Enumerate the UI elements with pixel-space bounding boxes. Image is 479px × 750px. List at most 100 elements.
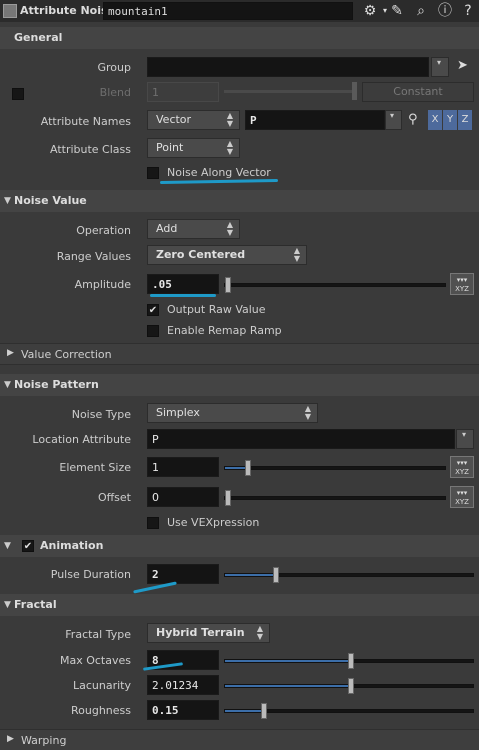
offset-field[interactable]: 0 [147,487,219,507]
lacunarity-field[interactable]: 2.01234 [147,675,219,695]
location-attribute-label: Location Attribute [32,433,131,446]
offset-label: Offset [97,491,131,504]
pulse-duration-label: Pulse Duration [50,568,131,581]
use-vex-label: Use VEXpression [167,516,260,529]
channel-xyz-button[interactable]: ▾▾▾ XYZ [450,456,474,478]
noise-along-vector-label: Noise Along Vector [167,166,271,179]
use-vex-checkbox[interactable] [147,517,159,529]
slider-fill [225,467,247,469]
noise-along-vector-checkbox[interactable] [147,167,159,179]
roughness-field[interactable]: 0.15 [147,700,219,720]
operation-label: Operation [76,224,131,237]
collapse-arrow-icon[interactable]: ▼ [4,190,11,212]
group-field[interactable] [147,57,429,77]
help-icon[interactable]: ? [459,2,477,20]
slider-handle[interactable] [348,653,354,669]
noise-type-label: Noise Type [71,408,131,421]
group-label: Group [97,61,132,74]
expand-arrow-icon[interactable]: ▶ [7,348,14,358]
blend-mode-value: Constant [393,85,443,98]
node-name-field[interactable]: mountain1 [103,2,353,20]
slider-handle[interactable] [273,567,279,583]
collapse-arrow-icon[interactable]: ▼ [4,535,11,557]
pointer-select-icon[interactable]: ➤ [457,58,468,73]
element-size-slider[interactable] [224,460,446,476]
range-values-label: Range Values [56,250,131,263]
brush-icon[interactable]: ✎ [388,2,406,20]
slider-handle[interactable] [225,277,231,293]
noise-type-menu[interactable]: Simplex ▲ ▼ [147,403,318,423]
node-type-label: Attribute Noise [20,4,116,17]
section-title: General [14,31,63,44]
collapse-arrow-icon[interactable]: ▼ [4,374,11,396]
warping-folder[interactable]: ▶ Warping [0,729,479,750]
blend-slider [224,90,357,93]
slider-handle[interactable] [225,490,231,506]
offset-slider[interactable] [224,490,446,506]
attr-type-menu[interactable]: Vector ▲ ▼ [147,110,240,130]
operation-menu[interactable]: Add ▲ ▼ [147,219,240,239]
attr-class-label: Attribute Class [49,143,131,156]
attr-names-menu-button[interactable]: ▾ [385,110,402,130]
animation-toggle-checkbox[interactable]: ✔ [22,540,34,552]
pin-icon[interactable]: ⚲ [408,112,418,127]
attr-class-value: Point [156,141,184,154]
range-values-value: Zero Centered [156,248,246,261]
output-raw-checkbox[interactable]: ✔ [147,304,159,316]
value-correction-folder[interactable]: ▶ Value Correction [0,343,479,365]
range-values-menu[interactable]: Zero Centered ▲ ▼ [147,245,307,265]
output-raw-label: Output Raw Value [167,303,266,316]
element-size-field[interactable]: 1 [147,457,219,477]
group-menu-button[interactable]: ▾ [431,57,449,77]
channel-xyz-button[interactable]: ▾▾▾ XYZ [450,486,474,508]
operation-value: Add [156,222,178,235]
pulse-duration-field[interactable]: 2 [147,564,219,584]
node-type-icon [3,4,17,18]
slider-handle[interactable] [245,460,251,476]
collapse-arrow-icon[interactable]: ▼ [4,594,11,616]
section-noise-value[interactable]: ▼ Noise Value [0,190,479,212]
x-toggle[interactable]: X [428,110,442,130]
location-menu-button[interactable]: ▾ [456,429,474,449]
slider-handle[interactable] [261,703,267,719]
blend-field: 1 [147,82,219,102]
annotation-underline [159,178,279,185]
amplitude-label: Amplitude [74,278,131,291]
fractal-type-menu[interactable]: Hybrid Terrain ▲ ▼ [147,623,270,643]
slider-fill [225,660,350,662]
search-icon[interactable]: ⌕ [412,2,430,20]
pulse-duration-slider[interactable] [224,567,474,583]
folder-title: Value Correction [21,348,112,361]
location-attribute-field[interactable]: P [147,429,455,449]
blend-mode-menu: Constant [362,82,474,102]
help-icon[interactable]: ⓘ [436,2,454,20]
gear-icon[interactable]: ⚙ [360,2,380,20]
blend-label: Blend [99,86,131,99]
attr-names-field[interactable]: P [245,110,385,130]
section-title: Noise Value [14,194,87,207]
max-octaves-label: Max Octaves [59,654,131,667]
section-title: Animation [40,539,104,552]
remap-ramp-checkbox[interactable] [147,325,159,337]
amplitude-field[interactable]: .05 [147,274,219,294]
slider-fill [225,685,350,687]
z-toggle[interactable]: Z [458,110,472,130]
attr-class-menu[interactable]: Point ▲ ▼ [147,138,240,158]
roughness-slider[interactable] [224,703,474,719]
max-octaves-slider[interactable] [224,653,474,669]
slider-fill [225,710,263,712]
expand-arrow-icon[interactable]: ▶ [7,734,14,744]
section-general: General [0,27,479,49]
section-animation[interactable]: ▼ ✔ Animation [0,535,479,557]
y-toggle[interactable]: Y [443,110,457,130]
slider-handle[interactable] [348,678,354,694]
amplitude-slider[interactable] [224,277,446,293]
folder-title: Warping [21,734,67,747]
lacunarity-slider[interactable] [224,678,474,694]
section-noise-pattern[interactable]: ▼ Noise Pattern [0,374,479,396]
annotation-underline [150,294,216,297]
roughness-label: Roughness [70,704,131,717]
channel-xyz-button[interactable]: ▾▾▾ XYZ [450,273,474,295]
noise-type-value: Simplex [156,406,200,419]
section-fractal[interactable]: ▼ Fractal [0,594,479,616]
